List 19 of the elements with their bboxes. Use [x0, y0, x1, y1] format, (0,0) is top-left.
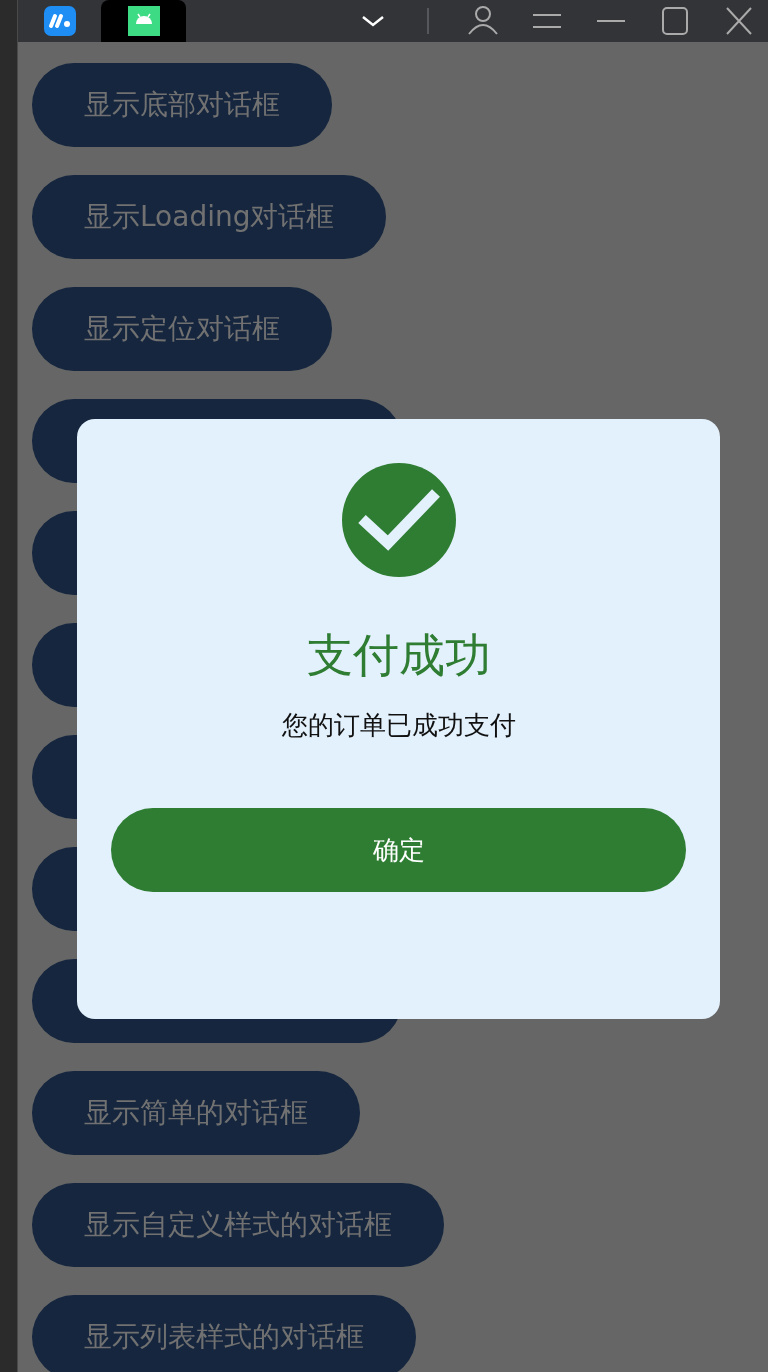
maximize-icon[interactable] [659, 6, 691, 36]
menu-icon[interactable] [531, 12, 563, 30]
dialog-message: 您的订单已成功支付 [281, 709, 516, 742]
dialog-title: 支付成功 [306, 627, 491, 683]
android-icon [127, 6, 160, 36]
minimize-icon[interactable] [595, 19, 627, 23]
dialog-button[interactable]: 显示简单的对话框 [32, 1071, 360, 1155]
dialog-button[interactable]: 显示自定义样式的对话框 [32, 1183, 444, 1267]
app-logo-icon [43, 6, 76, 36]
chevron-down-icon[interactable] [361, 14, 385, 28]
dialog-button[interactable]: 显示底部对话框 [32, 63, 332, 147]
app-tab[interactable] [101, 0, 186, 42]
close-icon[interactable] [723, 6, 755, 36]
check-circle-icon [341, 463, 456, 577]
dialog-button[interactable]: 显示列表样式的对话框 [32, 1295, 416, 1372]
dialog-button[interactable]: 显示定位对话框 [32, 287, 332, 371]
dialog-button[interactable]: 显示Loading对话框 [32, 175, 387, 259]
user-icon[interactable] [467, 6, 499, 36]
confirm-button[interactable]: 确定 [111, 808, 686, 892]
